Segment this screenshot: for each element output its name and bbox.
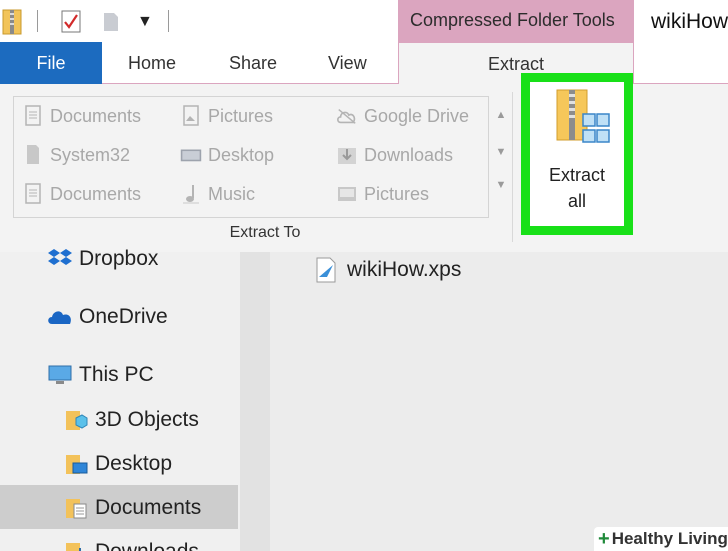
- nav-item-this-pc[interactable]: This PC: [46, 360, 154, 390]
- extract-to-documents-2[interactable]: Documents: [22, 181, 141, 207]
- extract-to-documents[interactable]: Documents: [22, 103, 141, 129]
- pictures-folder-icon: [336, 183, 358, 205]
- onedrive-icon: [46, 304, 74, 330]
- extract-to-pictures-2[interactable]: Pictures: [336, 181, 429, 207]
- extract-to-google-drive[interactable]: Google Drive: [336, 103, 469, 129]
- customize-dropdown-icon[interactable]: ▼: [137, 12, 153, 32]
- nav-item-3d-objects[interactable]: 3D Objects: [62, 405, 199, 435]
- extract-to-group-label: Extract To: [229, 224, 301, 241]
- healthy-living-badge: + Healthy Living: [594, 527, 728, 551]
- quick-access-toolbar: ▼: [0, 0, 400, 42]
- documents-folder-icon: [22, 105, 44, 127]
- desktop-folder-icon: [62, 451, 90, 477]
- compressed-folder-tools-header: Compressed Folder Tools: [398, 0, 634, 42]
- window-title-text: wikiHow: [651, 10, 728, 33]
- window-title: wikiHow: [634, 0, 728, 42]
- tab-share[interactable]: Share: [229, 42, 277, 84]
- documents-folder-icon: [62, 495, 90, 521]
- toolbar-separator: [37, 10, 38, 32]
- this-pc-icon: [46, 362, 74, 388]
- extract-zip-icon: [556, 89, 610, 143]
- plus-icon: +: [598, 528, 610, 550]
- toolbar-separator: [168, 10, 169, 32]
- gallery-scroll-up-icon[interactable]: ▲: [490, 102, 512, 128]
- extract-to-music[interactable]: Music: [180, 181, 255, 207]
- nav-item-dropbox[interactable]: Dropbox: [46, 244, 158, 274]
- extract-to-gallery: Documents Pictures Google Drive System32…: [13, 96, 489, 218]
- cloud-icon: [336, 105, 358, 127]
- gallery-scroll-down-icon[interactable]: ▼: [490, 139, 512, 165]
- desktop-folder-icon: [180, 144, 202, 166]
- tab-home[interactable]: Home: [128, 42, 176, 84]
- extract-all-button[interactable]: Extract all: [521, 73, 633, 235]
- downloads-folder-icon: [336, 144, 358, 166]
- nav-item-documents[interactable]: Documents: [62, 493, 201, 523]
- dropbox-icon: [46, 246, 74, 272]
- system-folder-icon: [22, 144, 44, 166]
- downloads-folder-icon: [62, 539, 90, 551]
- extract-to-desktop[interactable]: Desktop: [180, 142, 274, 168]
- nav-item-onedrive[interactable]: OneDrive: [46, 302, 168, 332]
- extract-to-downloads[interactable]: Downloads: [336, 142, 453, 168]
- pictures-folder-icon: [180, 105, 202, 127]
- 3d-objects-folder-icon: [62, 407, 90, 433]
- documents-folder-icon: [22, 183, 44, 205]
- tab-file[interactable]: File: [0, 42, 102, 84]
- properties-check-icon[interactable]: [60, 9, 82, 34]
- context-header-label: Compressed Folder Tools: [410, 10, 615, 30]
- extract-all-label: Extract all: [548, 165, 605, 211]
- file-item[interactable]: wikiHow.xps: [314, 256, 461, 284]
- music-folder-icon: [180, 183, 202, 205]
- tab-view[interactable]: View: [328, 42, 367, 84]
- xps-file-icon: [316, 257, 336, 283]
- ribbon-group-divider: [512, 92, 513, 242]
- new-folder-icon[interactable]: [103, 12, 119, 32]
- extract-to-system32[interactable]: System32: [22, 142, 130, 168]
- nav-item-desktop[interactable]: Desktop: [62, 449, 172, 479]
- zip-folder-icon[interactable]: [2, 7, 22, 35]
- extract-to-pictures[interactable]: Pictures: [180, 103, 273, 129]
- file-list-area: [270, 252, 728, 551]
- nav-item-downloads[interactable]: Downloads: [62, 537, 199, 551]
- gallery-expand-icon[interactable]: ▼: [490, 172, 512, 198]
- navigation-pane-scrollbar[interactable]: [240, 252, 270, 551]
